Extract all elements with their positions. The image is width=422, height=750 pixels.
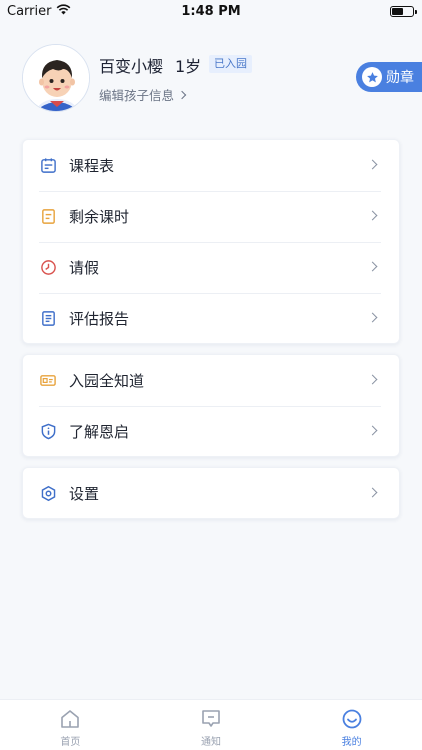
shield-info-icon bbox=[39, 423, 57, 441]
message-icon bbox=[199, 707, 223, 731]
star-medal-icon bbox=[362, 67, 382, 87]
medal-button[interactable]: 勋章 bbox=[356, 62, 422, 92]
tab-home[interactable]: 首页 bbox=[0, 700, 141, 750]
medal-button-label: 勋章 bbox=[386, 70, 414, 86]
menu-item-settings[interactable]: 设置 bbox=[23, 468, 399, 519]
smiley-icon bbox=[340, 707, 364, 731]
menu-card-primary: 课程表 剩余课时 请假 评估报告 bbox=[22, 139, 400, 344]
enrollment-status-badge: 已入园 bbox=[209, 55, 252, 73]
menu-item-assessment-report[interactable]: 评估报告 bbox=[23, 293, 399, 344]
menu-item-label: 了解恩启 bbox=[69, 423, 130, 441]
chevron-right-icon bbox=[367, 210, 378, 221]
menu-item-label: 设置 bbox=[69, 485, 100, 503]
menu-card-settings: 设置 bbox=[22, 467, 400, 519]
battery-icon bbox=[390, 5, 417, 17]
menu-item-label: 评估报告 bbox=[69, 310, 130, 328]
tab-label: 我的 bbox=[341, 737, 362, 748]
clock-icon bbox=[39, 259, 57, 277]
calendar-icon bbox=[39, 157, 57, 175]
edit-child-info-link[interactable]: 编辑孩子信息 bbox=[99, 85, 187, 104]
id-card-icon bbox=[39, 372, 57, 390]
document-icon bbox=[39, 208, 57, 226]
avatar[interactable] bbox=[22, 44, 90, 112]
tab-label: 通知 bbox=[201, 737, 221, 748]
chevron-right-icon bbox=[367, 159, 378, 170]
menu-item-remaining-lessons[interactable]: 剩余课时 bbox=[23, 191, 399, 242]
profile-header: 百变小樱 1岁 已入园 编辑孩子信息 勋章 bbox=[0, 40, 422, 120]
wifi-icon bbox=[56, 3, 71, 19]
menu-item-leave[interactable]: 请假 bbox=[23, 242, 399, 293]
settings-hexagon-icon bbox=[39, 485, 57, 503]
child-age: 1岁 bbox=[175, 57, 202, 76]
chevron-right-icon bbox=[367, 312, 378, 323]
menu-item-label: 剩余课时 bbox=[69, 208, 130, 226]
chevron-right-icon bbox=[367, 425, 378, 436]
chevron-right-icon bbox=[367, 261, 378, 272]
menu-card-info: 入园全知道 了解恩启 bbox=[22, 354, 400, 457]
edit-child-info-label: 编辑孩子信息 bbox=[99, 88, 175, 103]
bottom-tab-bar: 首页 通知 我的 bbox=[0, 699, 422, 750]
report-icon bbox=[39, 310, 57, 328]
tab-label: 首页 bbox=[60, 737, 81, 748]
chevron-right-icon bbox=[367, 374, 378, 385]
carrier-label: Carrier bbox=[7, 3, 52, 19]
menu-item-label: 请假 bbox=[69, 259, 100, 277]
home-icon bbox=[58, 707, 82, 731]
menu-item-schedule[interactable]: 课程表 bbox=[23, 140, 399, 191]
tab-mine[interactable]: 我的 bbox=[281, 700, 422, 750]
menu-item-label: 入园全知道 bbox=[69, 372, 145, 390]
chevron-right-icon bbox=[177, 90, 187, 99]
menu-item-about[interactable]: 了解恩启 bbox=[23, 406, 399, 457]
child-name: 百变小樱 bbox=[99, 57, 164, 76]
chevron-right-icon bbox=[367, 487, 378, 498]
status-bar: Carrier 1:48 PM bbox=[0, 0, 422, 22]
tab-notifications[interactable]: 通知 bbox=[141, 700, 282, 750]
menu-item-enrollment-guide[interactable]: 入园全知道 bbox=[23, 355, 399, 406]
menu-item-label: 课程表 bbox=[69, 157, 115, 175]
